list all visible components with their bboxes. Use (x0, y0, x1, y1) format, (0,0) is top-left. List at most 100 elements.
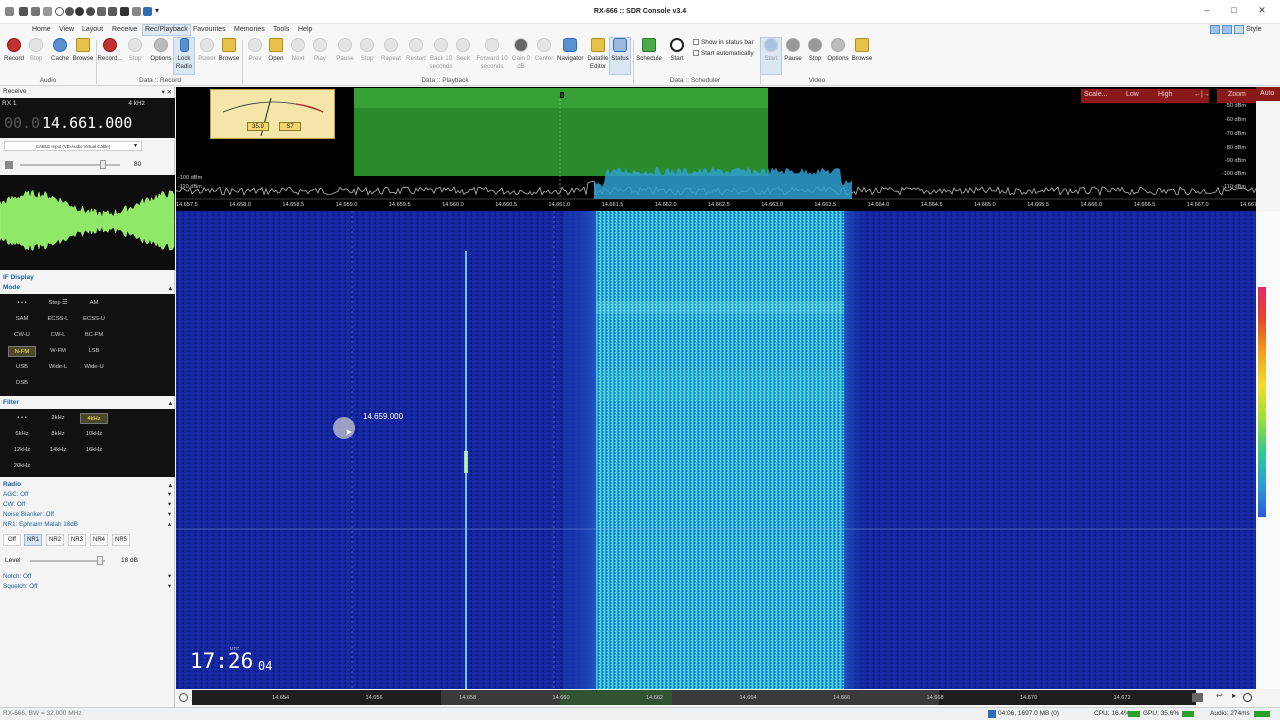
back-arrow-icon[interactable]: ↩ (1216, 691, 1223, 700)
menu-rec-playback[interactable]: Rec/Playback (142, 24, 191, 36)
nr1-button[interactable]: NR1 (24, 534, 42, 546)
spectrum-display[interactable]: 35.9 S7 -50 dBm -60 dBm -70 dBm -80 dBm … (176, 87, 1256, 211)
layout-icon[interactable] (1210, 25, 1220, 34)
close-icon[interactable]: ✕ (1254, 5, 1270, 16)
if-display-header[interactable]: IF Display (0, 274, 175, 284)
volume-slider-thumb[interactable] (100, 160, 106, 169)
level-slider-thumb[interactable] (97, 556, 103, 565)
mode-button[interactable]: ECSS-U (80, 314, 108, 325)
chevron-down-icon[interactable]: ▾ (134, 142, 137, 149)
playback-stop-button[interactable]: Stop (354, 38, 380, 62)
record-options-button[interactable]: Options (148, 38, 174, 62)
repeat-button[interactable]: Repeat (378, 38, 404, 62)
audio-stop-button[interactable]: Stop (23, 38, 49, 62)
play-arrow-icon[interactable]: ▸ (1232, 691, 1236, 700)
chevron-up-icon[interactable]: ▴ (169, 284, 172, 292)
datafile-editor-button[interactable]: Datafile Editor (585, 38, 611, 71)
data-record-stop-button[interactable]: Stop (122, 38, 148, 62)
span-arrows-icon[interactable]: ←|→ (1194, 91, 1210, 98)
scheduler-start-button[interactable]: Start (664, 38, 690, 62)
menu-tools[interactable]: Tools (271, 26, 291, 33)
level-slider-track[interactable] (30, 560, 105, 562)
filter-button[interactable]: 2kHz (44, 413, 72, 424)
filter-header[interactable]: Filter ▴ (0, 399, 175, 409)
mode-button[interactable]: Wide-U (80, 362, 108, 373)
filter-button[interactable]: 10kHz (80, 429, 108, 440)
chevron-up-icon[interactable]: ▴ (169, 399, 172, 407)
chevron-down-icon[interactable]: ▾ (168, 583, 171, 590)
mode-header[interactable]: Mode ▴ (0, 284, 175, 294)
nr1-status[interactable]: NR1: Ephraim Malah 18dB ▴ (0, 521, 175, 531)
minimize-icon[interactable]: – (1199, 5, 1215, 15)
mode-button[interactable]: ECSS-L (44, 314, 72, 325)
menu-view[interactable]: View (57, 26, 76, 33)
video-browse-button[interactable]: Browse (849, 38, 875, 62)
filter-button[interactable]: 16kHz (80, 445, 108, 456)
scale-button[interactable]: Scale... (1084, 91, 1107, 98)
zoom-button[interactable]: Zoom (1228, 91, 1246, 98)
chevron-down-icon[interactable]: ▾ (168, 501, 171, 508)
mode-button[interactable]: BC-FM (80, 330, 108, 341)
chevron-down-icon[interactable]: ▾ (168, 511, 171, 518)
mode-button[interactable]: CW-L (44, 330, 72, 341)
style-menu[interactable]: Style (1246, 26, 1262, 33)
menu-help[interactable]: Help (296, 26, 314, 33)
mode-button[interactable]: DSB (8, 378, 36, 389)
chevron-down-icon[interactable]: ▾ (168, 491, 171, 498)
low-button[interactable]: Low (1126, 91, 1139, 98)
filter-button[interactable]: 8kHz (44, 429, 72, 440)
chevron-down-icon[interactable]: ▾ (168, 573, 171, 580)
menu-receive[interactable]: Receive (110, 26, 139, 33)
filter-button[interactable]: 4kHz (80, 413, 108, 424)
status-button[interactable]: Status (609, 37, 631, 75)
notch-status[interactable]: Notch: Off ▾ (0, 573, 175, 583)
speaker-icon[interactable] (5, 161, 13, 169)
mode-button[interactable]: USB (8, 362, 36, 373)
play-button[interactable]: Play (307, 38, 333, 62)
frequency-display[interactable]: 14.661.000 (42, 114, 132, 132)
mode-button[interactable]: • • • (8, 298, 36, 309)
nr2-button[interactable]: NR2 (46, 534, 64, 546)
camera-icon[interactable] (1192, 693, 1203, 702)
navigator-button[interactable]: Navigator (557, 38, 583, 62)
mode-button[interactable]: W-FM (44, 346, 72, 357)
lock-radio-button[interactable]: Lock Radio (173, 37, 195, 75)
video-options-button[interactable]: Options (825, 38, 851, 62)
filter-button[interactable]: • • • (8, 413, 36, 424)
agc-status[interactable]: AGC: Off ▾ (0, 491, 175, 501)
mode-button[interactable]: LSB (80, 346, 108, 357)
forward-10-button[interactable]: Forward 10 seconds (474, 38, 510, 71)
menu-favourites[interactable]: Favourites (191, 26, 228, 33)
mode-button[interactable]: AM (80, 298, 108, 309)
nr4-button[interactable]: NR4 (90, 534, 108, 546)
menu-memories[interactable]: Memories (232, 26, 267, 33)
audio-device-select[interactable]: CABLE Input (VB-Audio Virtual Cable) (4, 141, 142, 151)
auto-button[interactable]: Auto (1260, 90, 1274, 97)
menu-layout[interactable]: Layout (80, 26, 105, 33)
mode-button[interactable]: SAM (8, 314, 36, 325)
nr3-button[interactable]: NR3 (68, 534, 86, 546)
show-in-status-bar-checkbox[interactable]: Show in status bar (693, 39, 754, 46)
data-record-button[interactable]: Record... (97, 38, 123, 62)
overview-scale-bar[interactable]: 14.654 14.656 14.658 14.660 14.662 14.664 14.6… (176, 689, 1256, 707)
dropdown-icon[interactable]: ▾ ✕ (161, 88, 172, 96)
filter-button[interactable]: 6kHz (8, 429, 36, 440)
mode-button[interactable]: CW-U (8, 330, 36, 341)
layout3-icon[interactable] (1234, 25, 1244, 34)
browse-button[interactable]: Browse (216, 38, 242, 62)
squelch-status[interactable]: Squelch: Off ▾ (0, 583, 175, 593)
chevron-up-icon[interactable]: ▴ (168, 521, 171, 528)
radio-header[interactable]: Radio ▴ (0, 481, 175, 491)
mode-button[interactable]: N-FM (8, 346, 36, 357)
layout2-icon[interactable] (1222, 25, 1232, 34)
chevron-up-icon[interactable]: ▴ (169, 481, 172, 489)
cw-status[interactable]: CW: Off ▾ (0, 501, 175, 511)
high-button[interactable]: High (1158, 91, 1172, 98)
waterfall-display[interactable]: ➤ 14.659.000 17:26 04 UTC (176, 211, 1256, 689)
filter-button[interactable]: 12kHz (8, 445, 36, 456)
mode-button[interactable]: Step ☰ (44, 298, 72, 309)
nr5-button[interactable]: NR5 (112, 534, 130, 546)
start-automatically-checkbox[interactable]: Start automatically (693, 50, 754, 57)
mode-button[interactable]: Wide-L (44, 362, 72, 373)
center-button[interactable]: Center (531, 38, 557, 62)
